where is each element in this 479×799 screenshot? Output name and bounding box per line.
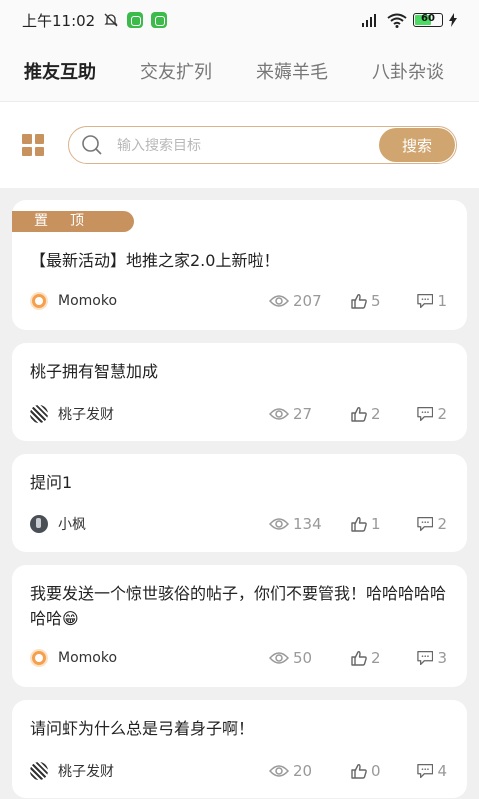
author-name[interactable]: 桃子发财 <box>58 761 114 781</box>
view-count: 134 <box>269 515 351 533</box>
view-count: 20 <box>269 762 351 780</box>
thumbs-up-icon <box>351 517 367 532</box>
view-count-value: 27 <box>293 405 313 423</box>
eye-icon <box>269 652 289 664</box>
view-count: 27 <box>269 405 351 423</box>
category-tabs: 推友互助 交友扩列 来薅羊毛 八卦杂谈 <box>0 40 479 102</box>
comment-icon <box>417 406 434 422</box>
view-count: 50 <box>269 649 351 667</box>
comment-icon <box>417 293 434 309</box>
post-card[interactable]: 我要发送一个惊世骇俗的帖子，你们不要管我！哈哈哈哈哈哈哈😁 Momoko 50 2 3 <box>12 565 467 687</box>
tab-gossip[interactable]: 八卦杂谈 <box>372 58 444 84</box>
post-card[interactable]: 桃子拥有智慧加成桃子发财 27 2 2 <box>12 343 467 441</box>
status-time: 上午11:02 <box>22 11 96 30</box>
post-card[interactable]: 提问1 小枫 134 1 2 <box>12 454 467 552</box>
app-notification-icon <box>127 12 144 28</box>
post-meta: 桃子发财 20 0 4 <box>30 761 447 781</box>
thumbs-up-icon <box>351 651 367 666</box>
like-button[interactable]: 2 <box>351 649 417 667</box>
like-count-value: 2 <box>371 405 381 423</box>
wifi-icon <box>387 13 407 28</box>
view-count-value: 134 <box>293 515 322 533</box>
search-placeholder: 输入搜索目标 <box>117 138 201 154</box>
comment-count-value: 4 <box>437 762 447 780</box>
post-meta: 桃子发财 27 2 2 <box>30 404 447 424</box>
battery-icon: 60 <box>413 13 443 27</box>
like-count-value: 0 <box>371 762 381 780</box>
bell-off-icon <box>104 13 118 27</box>
thumbs-up-icon <box>351 407 367 422</box>
like-count-value: 5 <box>371 292 381 310</box>
post-meta: 小枫 134 1 2 <box>30 514 447 534</box>
app-notification-icon <box>151 12 168 28</box>
like-button[interactable]: 0 <box>351 762 417 780</box>
avatar[interactable] <box>30 649 48 667</box>
signal-icon <box>362 14 376 27</box>
comment-button[interactable]: 2 <box>417 405 447 423</box>
comment-count-value: 2 <box>437 515 447 533</box>
view-count: 207 <box>269 292 351 310</box>
tab-deals[interactable]: 来薅羊毛 <box>256 58 328 84</box>
avatar[interactable] <box>30 762 48 780</box>
search-icon <box>82 135 102 155</box>
like-count-value: 2 <box>371 649 381 667</box>
comment-count-value: 3 <box>437 649 447 667</box>
like-button[interactable]: 2 <box>351 405 417 423</box>
comment-button[interactable]: 4 <box>417 762 447 780</box>
grid-menu-icon[interactable] <box>22 134 44 156</box>
tab-help[interactable]: 推友互助 <box>24 58 96 84</box>
like-button[interactable]: 1 <box>351 515 417 533</box>
pinned-badge: 置顶 <box>12 211 134 232</box>
like-button[interactable]: 5 <box>351 292 417 310</box>
comment-icon <box>417 763 434 779</box>
post-stats: 20 0 4 <box>269 762 447 780</box>
eye-icon <box>269 408 289 420</box>
avatar[interactable] <box>30 405 48 423</box>
charging-icon <box>449 13 457 27</box>
avatar[interactable] <box>30 292 48 310</box>
post-title: 【最新活动】地推之家2.0上新啦！ <box>30 251 280 270</box>
tab-friends[interactable]: 交友扩列 <box>140 58 212 84</box>
post-card[interactable]: 置顶【最新活动】地推之家2.0上新啦！ Momoko 207 5 1 <box>12 200 467 330</box>
comment-count-value: 1 <box>437 292 447 310</box>
author-name[interactable]: Momoko <box>58 650 117 666</box>
like-count-value: 1 <box>371 515 381 533</box>
status-bar: 上午11:02 60 <box>0 0 479 40</box>
view-count-value: 20 <box>293 762 313 780</box>
thumbs-up-icon <box>351 294 367 309</box>
comment-icon <box>417 516 434 532</box>
post-meta: Momoko 207 5 1 <box>30 292 447 310</box>
comment-button[interactable]: 2 <box>417 515 447 533</box>
post-meta: Momoko 50 2 3 <box>30 649 447 667</box>
post-feed: 置顶 【最新活动】地推之家2.0上新啦！ Momoko 207 5 1 桃子拥有智慧加成 桃子… <box>0 188 479 798</box>
thumbs-up-icon <box>351 764 367 779</box>
comment-icon <box>417 650 434 666</box>
comment-button[interactable]: 1 <box>417 292 447 310</box>
post-stats: 27 2 2 <box>269 405 447 423</box>
view-count-value: 50 <box>293 649 313 667</box>
eye-icon <box>269 518 289 530</box>
post-stats: 207 5 1 <box>269 292 447 310</box>
view-count-value: 207 <box>293 292 322 310</box>
eye-icon <box>269 295 289 307</box>
comment-button[interactable]: 3 <box>417 649 447 667</box>
comment-count-value: 2 <box>437 405 447 423</box>
eye-icon <box>269 765 289 777</box>
search-row: 输入搜索目标 搜索 <box>0 102 479 188</box>
avatar[interactable] <box>30 515 48 533</box>
author-name[interactable]: 小枫 <box>58 514 86 534</box>
post-card[interactable]: 请问虾为什么总是弓着身子啊！ 桃子发财 20 0 4 <box>12 700 467 798</box>
post-title: 提问1 <box>30 473 73 492</box>
post-stats: 134 1 2 <box>269 515 447 533</box>
post-title: 请问虾为什么总是弓着身子啊！ <box>30 719 255 738</box>
author-name[interactable]: 桃子发财 <box>58 404 114 424</box>
post-title: 桃子拥有智慧加成 <box>30 362 159 381</box>
search-button[interactable]: 搜索 <box>379 128 455 162</box>
post-stats: 50 2 3 <box>269 649 447 667</box>
post-title: 我要发送一个惊世骇俗的帖子，你们不要管我！哈哈哈哈哈哈哈😁 <box>30 584 447 628</box>
search-input[interactable]: 输入搜索目标 搜索 <box>68 126 457 164</box>
author-name[interactable]: Momoko <box>58 293 117 309</box>
